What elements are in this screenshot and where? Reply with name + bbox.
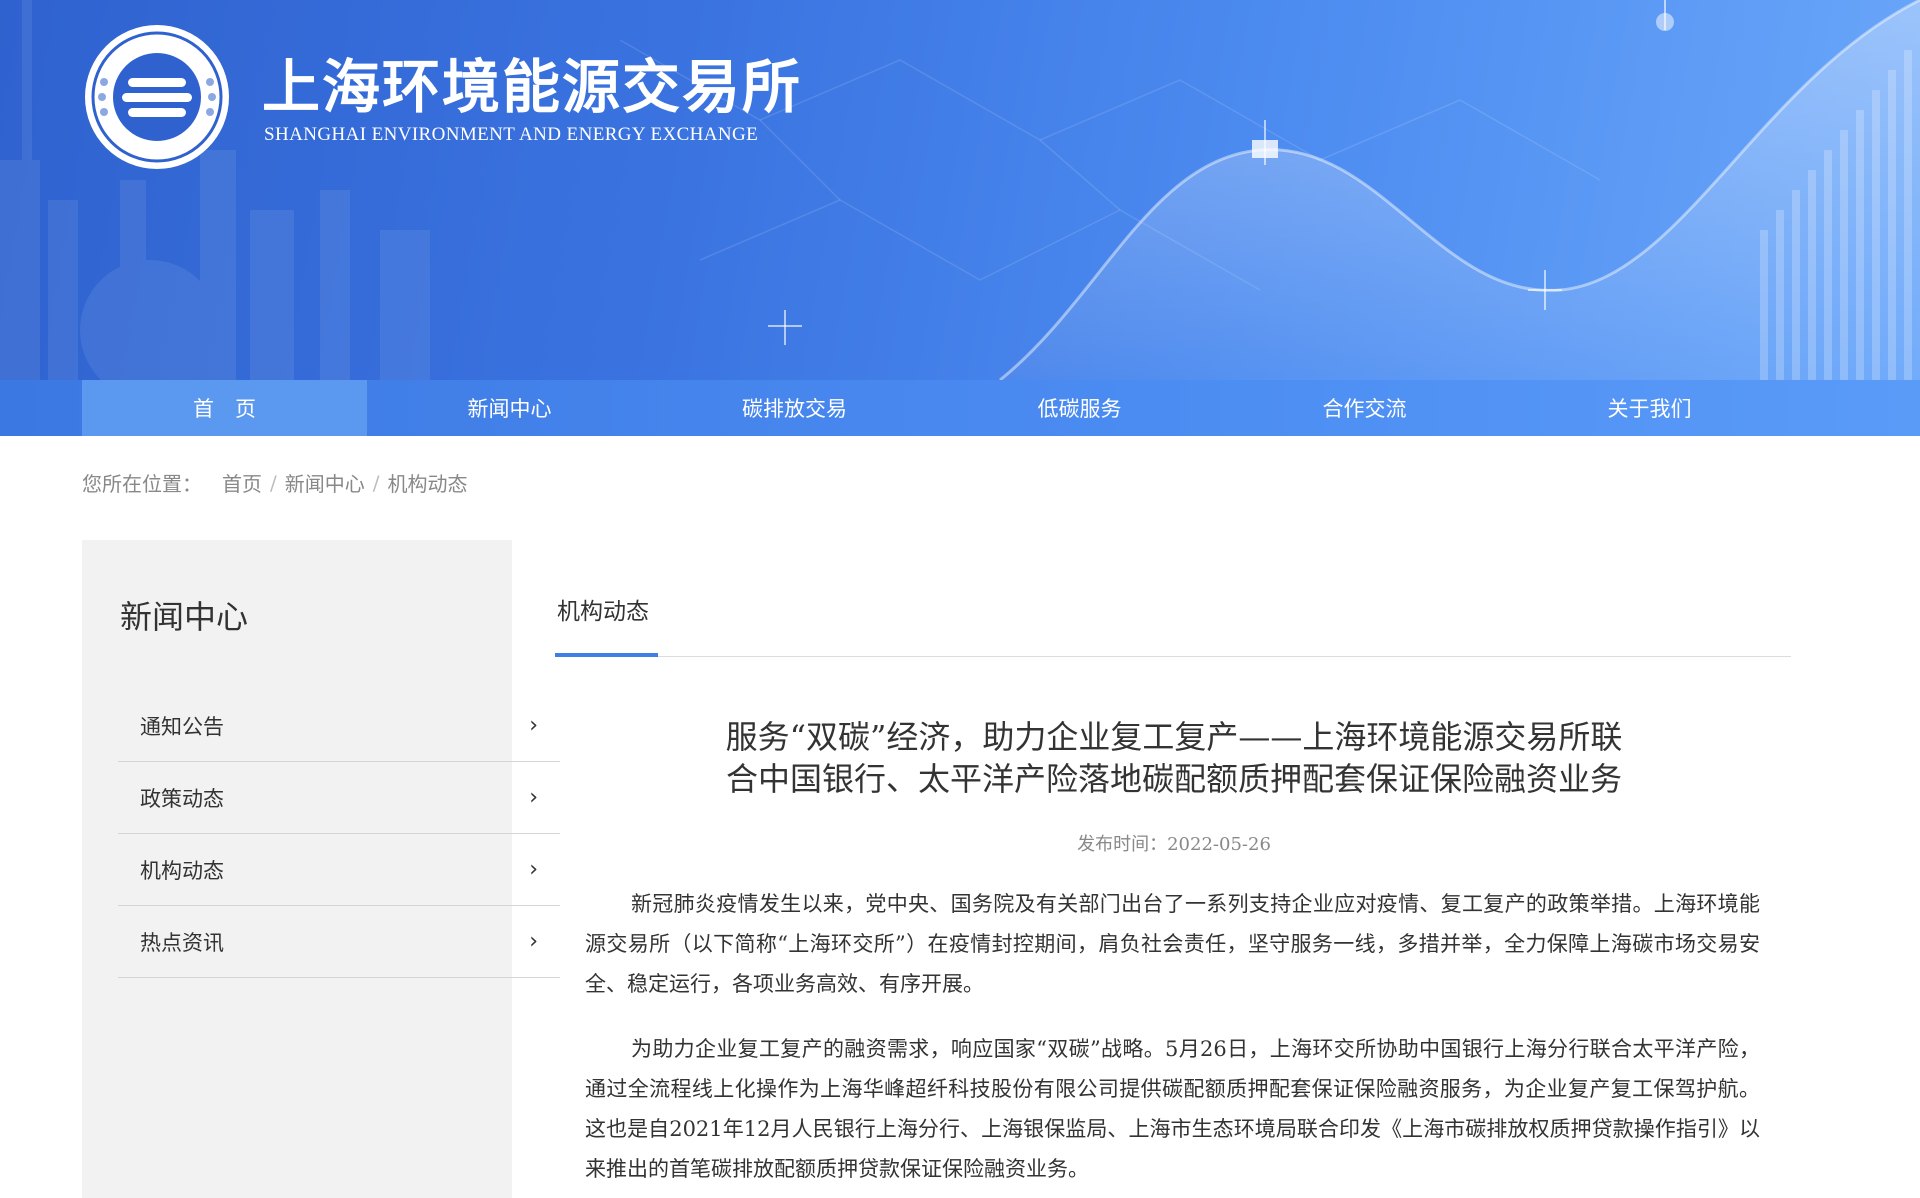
- breadcrumb-home-link[interactable]: 首页: [222, 468, 262, 497]
- tab-active-indicator: [555, 653, 658, 657]
- breadcrumb-news-center-link[interactable]: 新闻中心: [285, 468, 365, 497]
- main-nav: 首 页 新闻中心 碳排放交易 低碳服务 合作交流 关于我们: [0, 380, 1920, 436]
- sidebar-title: 新闻中心: [120, 598, 249, 636]
- sidebar-item-label: 机构动态: [140, 858, 224, 883]
- breadcrumb-separator: /: [372, 470, 380, 495]
- article-title-line: 合中国银行、太平洋产险落地碳配额质押配套保证保险融资业务: [725, 760, 1622, 798]
- article-paragraph: 新冠肺炎疫情发生以来，党中央、国务院及有关部门出台了一系列支持企业应对疫情、复工…: [585, 892, 1760, 996]
- article-title-line: 服务“双碳”经济，助力企业复工复产——上海环境能源交易所联: [725, 718, 1623, 756]
- sidebar-item-policy-news[interactable]: 政策动态 ›: [118, 762, 560, 834]
- nav-item-news-center[interactable]: 新闻中心: [367, 380, 652, 436]
- nav-item-home[interactable]: 首 页: [82, 380, 367, 436]
- nav-item-carbon-trading[interactable]: 碳排放交易: [652, 380, 937, 436]
- sidebar-item-label: 通知公告: [140, 714, 224, 739]
- sidebar-item-label: 政策动态: [140, 786, 224, 811]
- tab-institution-news[interactable]: 机构动态: [557, 592, 649, 626]
- sidebar-item-notices[interactable]: 通知公告 ›: [118, 690, 560, 762]
- exchange-logo-icon: [85, 25, 229, 169]
- article-paragraph: 为助力企业复工复产的融资需求，响应国家“双碳”战略。5月26日，上海环交所协助中…: [585, 1037, 1760, 1181]
- brand-name-en: SHANGHAI ENVIRONMENT AND ENERGY EXCHANGE: [264, 124, 759, 145]
- sidebar-item-hot-news[interactable]: 热点资讯 ›: [118, 906, 560, 978]
- chevron-right-icon: ›: [529, 713, 538, 738]
- sidebar-item-label: 热点资讯: [140, 930, 224, 955]
- brand-name-cn: 上海环境能源交易所: [262, 53, 803, 121]
- sidebar: 新闻中心 通知公告 › 政策动态 › 机构动态 › 热点资讯 ›: [82, 540, 560, 1198]
- breadcrumb-current[interactable]: 机构动态: [388, 468, 468, 497]
- nav-item-about-us[interactable]: 关于我们: [1507, 380, 1792, 436]
- nav-item-low-carbon-services[interactable]: 低碳服务: [937, 380, 1222, 436]
- chevron-right-icon: ›: [529, 857, 538, 882]
- article-title: 服务“双碳”经济，助力企业复工复产——上海环境能源交易所联 合中国银行、太平洋产…: [600, 716, 1748, 800]
- nav-item-cooperation[interactable]: 合作交流: [1222, 380, 1507, 436]
- breadcrumb-separator: /: [270, 470, 277, 495]
- breadcrumb: 您所在位置： 首页 / 新闻中心 / 机构动态: [82, 468, 468, 497]
- chevron-right-icon: ›: [529, 929, 538, 954]
- article-publish-date: 发布时间：2022-05-26: [1077, 834, 1271, 855]
- content-tabbar: 机构动态: [555, 540, 1791, 657]
- sidebar-item-institution-news[interactable]: 机构动态 ›: [118, 834, 560, 906]
- header-banner: 上海环境能源交易所 SHANGHAI ENVIRONMENT AND ENERG…: [0, 0, 1920, 380]
- chevron-right-icon: ›: [529, 785, 538, 810]
- breadcrumb-prefix: 您所在位置：: [82, 472, 202, 496]
